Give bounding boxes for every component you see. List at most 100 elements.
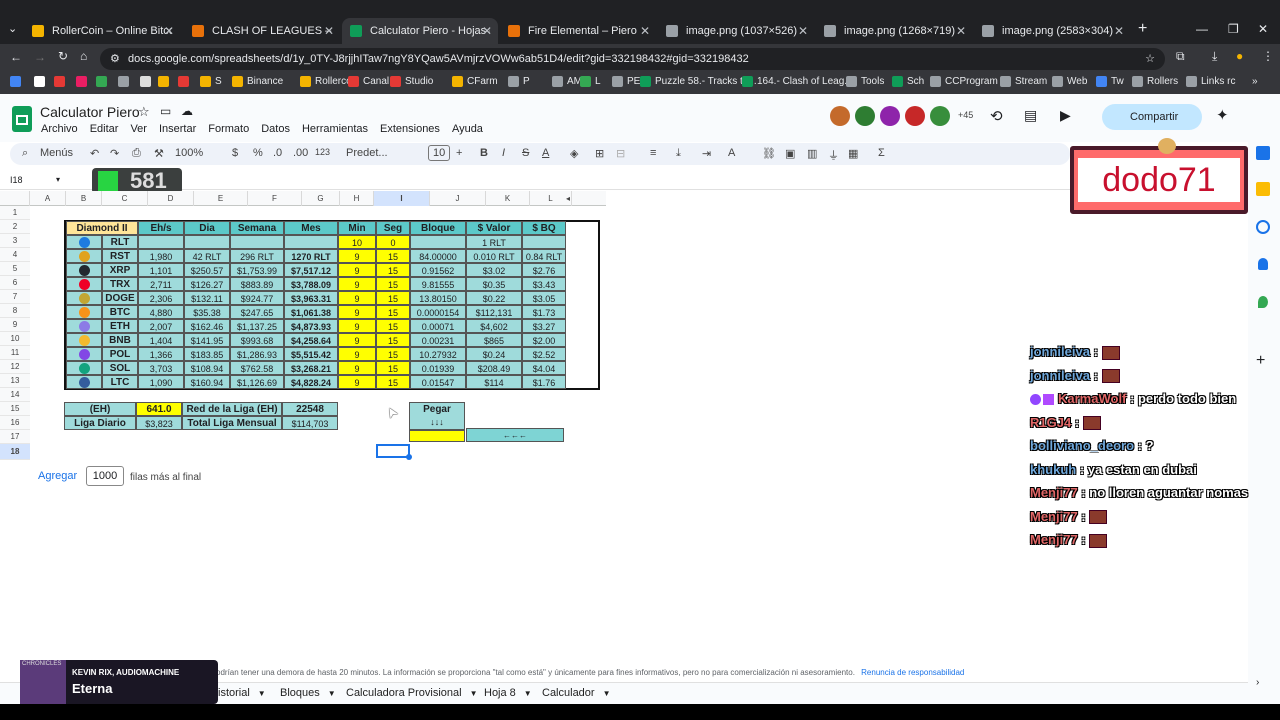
bold-icon[interactable]: B (480, 147, 488, 159)
name-box[interactable]: I18 (10, 175, 23, 185)
coin-name[interactable]: LTC (102, 375, 138, 389)
table-cell-ehs[interactable]: 1,090 (138, 375, 184, 389)
table-header[interactable]: Mes (284, 221, 338, 235)
bookmark-item[interactable]: Tw (1096, 76, 1124, 87)
bookmark-item[interactable]: Rollers (1132, 76, 1178, 87)
coin-name[interactable]: POL (102, 347, 138, 361)
table-cell-mes[interactable]: $1,061.38 (284, 305, 338, 319)
tab-close-icon[interactable]: ✕ (956, 24, 966, 38)
sheet-tab[interactable]: Bloques ▼ (280, 687, 336, 699)
menus-search[interactable]: Menús (40, 147, 73, 159)
bookmark-item[interactable]: Tools (846, 76, 884, 87)
column-header[interactable]: E (194, 191, 248, 206)
coin-name[interactable]: XRP (102, 263, 138, 277)
table-header[interactable]: Eh/s (138, 221, 184, 235)
arrow-cell[interactable]: ←←← (466, 428, 564, 442)
add-addon-icon[interactable]: + (1256, 352, 1265, 370)
contacts-icon[interactable] (1258, 258, 1268, 270)
avatar[interactable] (855, 106, 875, 126)
table-cell-bloque[interactable]: 0.01547 (410, 375, 466, 389)
bookmark-icon[interactable] (96, 76, 111, 87)
column-header[interactable]: H (340, 191, 374, 206)
table-cell-valor[interactable]: $865 (466, 333, 522, 347)
star-icon[interactable]: ☆ (138, 104, 150, 120)
currency-format-button[interactable]: $ (232, 147, 238, 159)
table-cell-semana[interactable]: $883.89 (230, 277, 284, 291)
maps-icon[interactable] (1258, 296, 1268, 308)
table-cell-bq[interactable]: 0.84 RLT (522, 249, 566, 263)
rotate-icon[interactable]: A (728, 147, 735, 159)
eh-label[interactable]: (EH) (64, 402, 136, 416)
scroll-columns-icon[interactable]: ◂ (562, 191, 574, 206)
column-header[interactable]: A (30, 191, 66, 206)
zoom-select[interactable]: 100% (175, 147, 203, 159)
table-cell-valor[interactable]: $114 (466, 375, 522, 389)
red-liga-value[interactable]: 22548 (282, 402, 338, 416)
table-cell-seg[interactable]: 15 (376, 347, 410, 361)
table-header[interactable]: Seg (376, 221, 410, 235)
liga-diario-label[interactable]: Liga Diario (64, 416, 136, 430)
sheet-tab-dropdown-icon[interactable]: ▼ (470, 689, 478, 698)
extensions-icon[interactable]: ⧉ (1176, 49, 1185, 64)
table-cell-min[interactable]: 9 (338, 319, 376, 333)
gemini-icon[interactable]: ✦ (1216, 106, 1229, 124)
sheet-tab[interactable]: Calculadora Provisional ▼ (346, 687, 477, 699)
bookmark-star-icon[interactable]: ☆ (1145, 48, 1155, 70)
bookmark-icon[interactable] (10, 76, 25, 87)
table-cell-valor[interactable]: $4,602 (466, 319, 522, 333)
undo-icon[interactable]: ↶ (90, 147, 99, 160)
italic-icon[interactable]: I (502, 147, 505, 159)
table-cell-seg[interactable]: 15 (376, 291, 410, 305)
table-cell-bloque[interactable]: 0.0000154 (410, 305, 466, 319)
font-size-input[interactable]: 10 (428, 145, 451, 161)
site-info-icon[interactable]: ⚙ (110, 48, 120, 70)
doc-title[interactable]: Calculator Piero (40, 104, 140, 120)
bookmark-item[interactable]: P (508, 76, 530, 87)
row-header[interactable]: 16 (0, 416, 30, 430)
table-cell-bloque[interactable]: 84.00000 (410, 249, 466, 263)
column-header[interactable]: F (248, 191, 302, 206)
bookmark-item[interactable]: Links rc (1186, 76, 1235, 87)
row-header[interactable]: 7 (0, 290, 30, 304)
coin-icon-cell[interactable] (66, 361, 102, 375)
coin-icon-cell[interactable] (66, 291, 102, 305)
table-cell-valor[interactable]: $3.02 (466, 263, 522, 277)
table-header[interactable]: Dia (184, 221, 230, 235)
table-cell-min[interactable]: 9 (338, 305, 376, 319)
table-cell-dia[interactable]: $35.38 (184, 305, 230, 319)
tab-list-dropdown[interactable]: ⌄ (8, 22, 17, 35)
minimize-icon[interactable]: — (1196, 22, 1208, 36)
table-cell-ehs[interactable]: 1,101 (138, 263, 184, 277)
bookmark-icon[interactable] (34, 76, 49, 87)
coin-icon-cell[interactable] (66, 305, 102, 319)
table-cell-mes[interactable]: $5,515.42 (284, 347, 338, 361)
coin-icon-cell[interactable] (66, 319, 102, 333)
table-cell-mes[interactable]: $3,268.21 (284, 361, 338, 375)
sheet-tab[interactable]: istorial ▼ (218, 687, 266, 699)
table-cell-dia[interactable]: 42 RLT (184, 249, 230, 263)
bookmark-item[interactable]: Stream (1000, 76, 1047, 87)
font-select[interactable]: Predet... (346, 147, 388, 159)
bookmark-item[interactable]: PE (612, 76, 640, 87)
table-cell-bloque[interactable]: 13.80150 (410, 291, 466, 305)
table-cell-seg[interactable]: 15 (376, 361, 410, 375)
home-icon[interactable]: ⌂ (80, 49, 87, 63)
table-cell-min[interactable]: 9 (338, 333, 376, 347)
row-header[interactable]: 1 (0, 206, 30, 220)
table-cell-min[interactable]: 10 (338, 235, 376, 249)
table-cell-mes[interactable]: $7,517.12 (284, 263, 338, 277)
filter-icon[interactable]: ⏚ (828, 147, 839, 163)
strikethrough-icon[interactable]: S (522, 147, 529, 159)
coin-icon-cell[interactable] (66, 347, 102, 361)
table-cell-seg[interactable]: 15 (376, 277, 410, 291)
row-header[interactable]: 3 (0, 234, 30, 248)
table-cell-semana[interactable]: $1,286.93 (230, 347, 284, 361)
table-cell-semana[interactable]: $1,126.69 (230, 375, 284, 389)
row-header[interactable]: 4 (0, 248, 30, 262)
align-icon[interactable]: ≡ (650, 147, 656, 159)
table-cell-min[interactable]: 9 (338, 347, 376, 361)
coin-name[interactable]: TRX (102, 277, 138, 291)
tab-close-icon[interactable]: ✕ (324, 24, 334, 38)
menu-insertar[interactable]: Insertar (159, 123, 196, 135)
borders-icon[interactable]: ⊞ (595, 147, 604, 160)
